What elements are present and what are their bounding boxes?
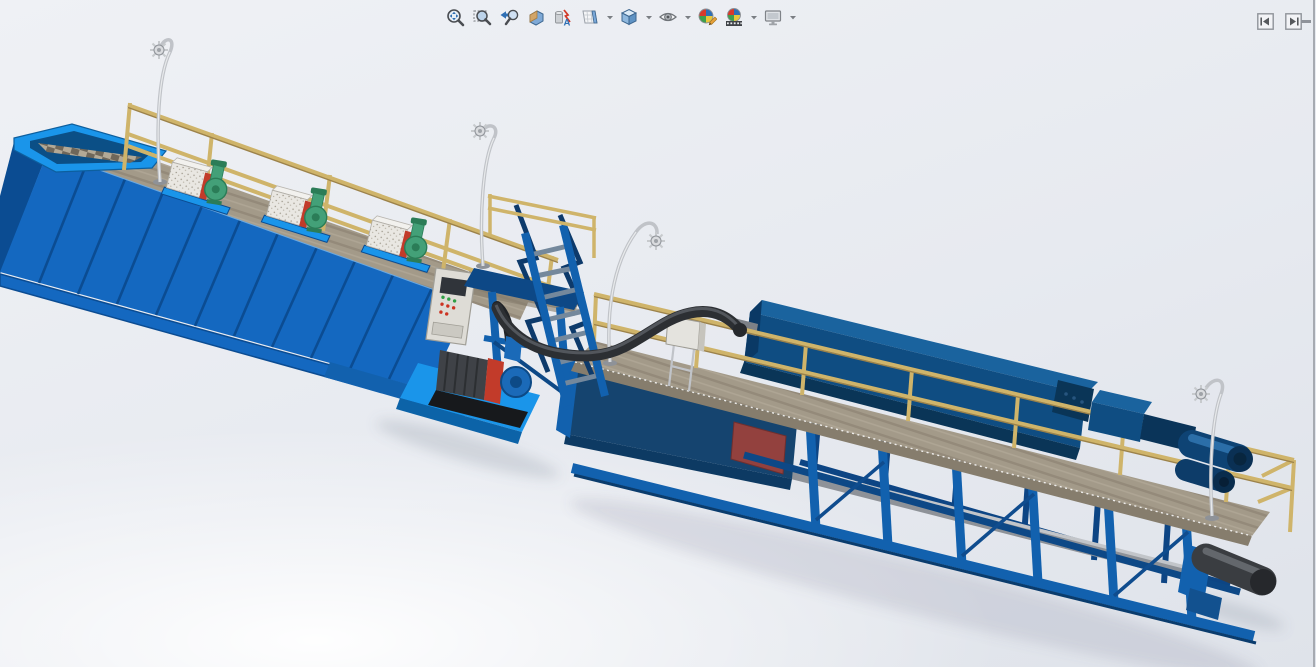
previous-view-button[interactable] [496,3,522,31]
view-settings-dropdown-caret[interactable] [787,3,798,31]
view-settings-button[interactable] [760,3,786,31]
viewport-3d-model[interactable] [0,0,1316,667]
view-orientation-button[interactable] [577,3,603,31]
previous-view-icon [499,7,519,27]
hide-show-items-dropdown-caret[interactable] [682,3,693,31]
dynamic-annotation-views-button[interactable]: A [550,3,576,31]
edit-appearance-icon [697,7,717,27]
display-style-dropdown-caret[interactable] [643,3,654,31]
section-view-button[interactable] [523,3,549,31]
collapse-left-icon [1257,13,1274,30]
display-style-button[interactable] [616,3,642,31]
eye-icon [658,7,678,27]
expand-right-icon [1285,13,1302,30]
apply-scene-dropdown-caret[interactable] [748,3,759,31]
edit-appearance-button[interactable] [694,3,720,31]
apply-scene-icon [724,7,744,27]
stair-handrail [488,194,596,258]
svg-text:A: A [564,18,571,28]
cad-viewport: A [0,0,1316,667]
zoom-to-fit-button[interactable] [442,3,468,31]
taskpane-border [1313,0,1315,667]
zoom-to-fit-icon [445,7,465,27]
hide-show-items-button[interactable] [655,3,681,31]
dynamic-annotation-views-icon: A [553,7,573,27]
splitter-handle[interactable] [1301,20,1311,23]
view-orientation-icon [580,7,600,27]
monitor-icon [763,7,783,27]
expand-panel-right-button[interactable] [1285,13,1302,30]
collapse-panel-left-button[interactable] [1257,13,1274,30]
view-orientation-dropdown-caret[interactable] [604,3,615,31]
zoom-to-area-button[interactable] [469,3,495,31]
section-view-icon [526,7,546,27]
heads-up-view-toolbar: A [442,2,798,32]
left-unit-flotation-tank[interactable] [0,40,605,444]
apply-scene-button[interactable] [721,3,747,31]
display-style-icon [619,7,639,27]
zoom-to-area-icon [472,7,492,27]
